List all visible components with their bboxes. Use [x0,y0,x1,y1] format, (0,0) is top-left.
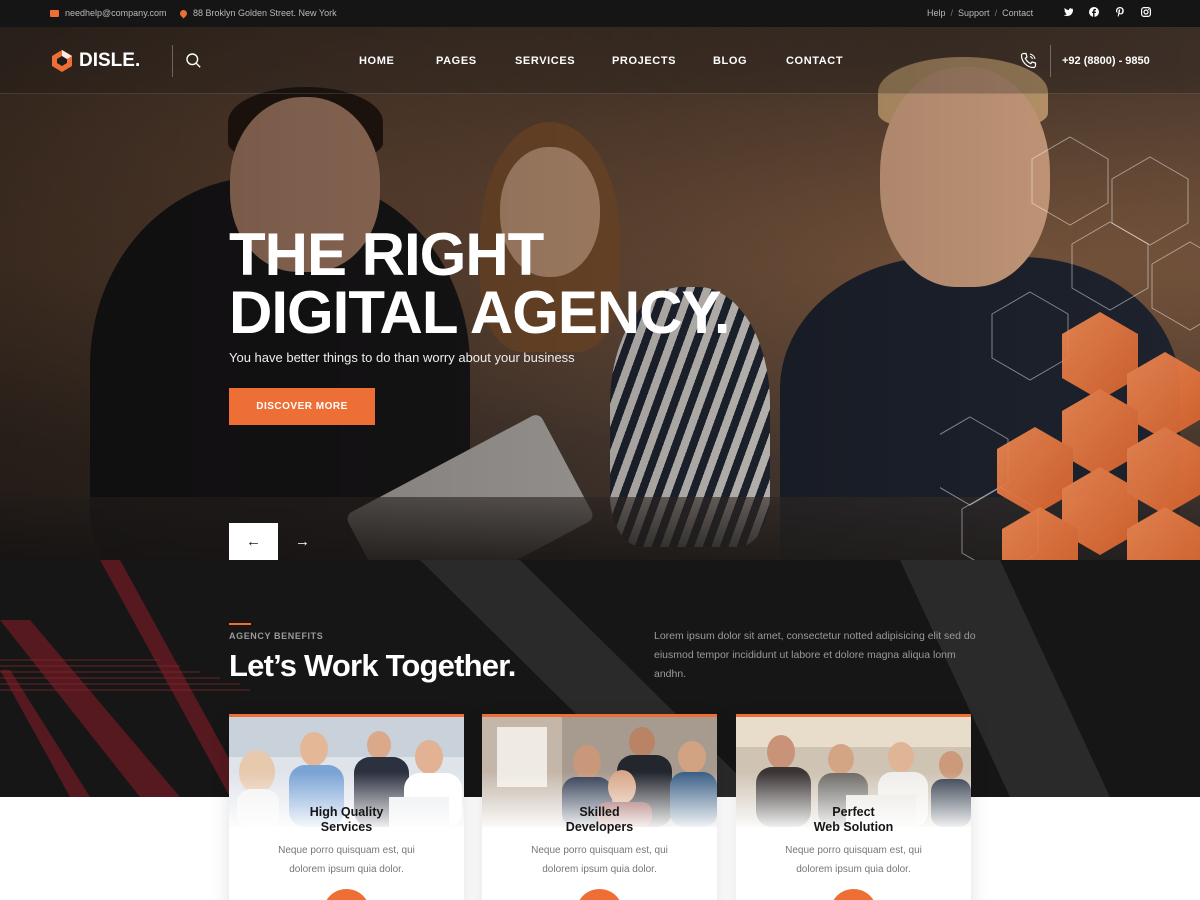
search-icon[interactable] [186,53,201,68]
section-description: Lorem ipsum dolor sit amet, consectetur … [654,630,976,680]
card-icon-circle[interactable] [576,889,623,900]
nav-item-blog[interactable]: BLOG [713,55,786,67]
nav-item-services[interactable]: SERVICES [515,55,612,67]
card-text: Neque porro quisquam est, qui dolorem ip… [736,841,971,879]
logo-mark-icon [52,50,72,72]
section-eyebrow: AGENCY BENEFITS [229,631,324,641]
main-navbar: DISLE. HOME PAGES SERVICES PROJECTS BLOG… [0,27,1200,94]
card-text-line: Neque porro quisquam est, qui [278,845,415,856]
benefit-card[interactable]: High Quality Services Neque porro quisqu… [229,714,464,900]
slider-next-button[interactable]: → [278,523,327,560]
contact-link[interactable]: Contact [1002,8,1033,18]
email-info[interactable]: needhelp@company.com [50,8,167,18]
benefit-card[interactable]: Skilled Developers Neque porro quisquam … [482,714,717,900]
card-title-line: Perfect [832,805,875,819]
address-text: 88 Broklyn Golden Street. New York [193,8,337,18]
social-links [1062,6,1152,18]
logo[interactable]: DISLE. [50,49,140,73]
phone-number[interactable]: +92 (8800) - 9850 [1062,55,1150,67]
card-text-line: dolorem ipsum quia dolor. [542,864,657,875]
hero-subtitle: You have better things to do than worry … [229,350,575,365]
discover-more-button[interactable]: DISCOVER MORE [229,388,375,425]
eyebrow-accent [229,623,251,625]
nav-item-home[interactable]: HOME [359,55,436,67]
card-title-line: Skilled [579,805,620,819]
card-text-line: Neque porro quisquam est, qui [785,845,922,856]
card-text: Neque porro quisquam est, qui dolorem ip… [482,841,717,879]
card-title-line: Web Solution [813,820,894,834]
instagram-icon[interactable] [1140,6,1152,18]
location-pin-icon [178,8,189,18]
phone-icon [1020,52,1037,69]
twitter-icon[interactable] [1062,6,1074,18]
logo-text: DISLE. [79,50,141,71]
card-title: High Quality Services [229,805,464,835]
card-title-line: Services [320,820,373,834]
card-text: Neque porro quisquam est, qui dolorem ip… [229,841,464,879]
card-title-line: Developers [565,820,634,834]
card-text-line: dolorem ipsum quia dolor. [289,864,404,875]
benefit-card[interactable]: Perfect Web Solution Neque porro quisqua… [736,714,971,900]
card-title-line: High Quality [309,805,384,819]
card-title: Skilled Developers [482,805,717,835]
card-title: Perfect Web Solution [736,805,971,835]
divider [1050,45,1051,77]
nav-item-projects[interactable]: PROJECTS [612,55,713,67]
top-links: Help / Support / Contact [927,8,1033,18]
mail-icon [50,9,59,17]
nav-item-contact[interactable]: CONTACT [786,55,846,67]
card-text-line: Neque porro quisquam est, qui [531,845,668,856]
hexagon-decoration [940,136,1200,560]
pinterest-icon[interactable] [1114,6,1126,18]
address-info: 88 Broklyn Golden Street. New York [178,8,337,18]
top-bar: needhelp@company.com 88 Broklyn Golden S… [0,0,1200,27]
section-title: Let’s Work Together. [229,648,516,683]
card-text-line: dolorem ipsum quia dolor. [796,864,911,875]
email-text[interactable]: needhelp@company.com [65,8,167,18]
divider [172,45,173,77]
facebook-icon[interactable] [1088,6,1100,18]
help-link[interactable]: Help [927,8,946,18]
main-menu: HOME PAGES SERVICES PROJECTS BLOG CONTAC… [359,55,846,67]
nav-item-pages[interactable]: PAGES [436,55,515,67]
separator: / [994,8,998,18]
card-icon-circle[interactable] [830,889,877,900]
hero-title: THE RIGHT DIGITAL AGENCY. [229,221,731,346]
hero-title-line1: THE RIGHT [229,221,544,288]
separator: / [950,8,954,18]
hero-title-line2: DIGITAL AGENCY. [229,279,731,346]
support-link[interactable]: Support [958,8,990,18]
card-icon-circle[interactable] [323,889,370,900]
slider-prev-button[interactable]: ← [229,523,278,560]
